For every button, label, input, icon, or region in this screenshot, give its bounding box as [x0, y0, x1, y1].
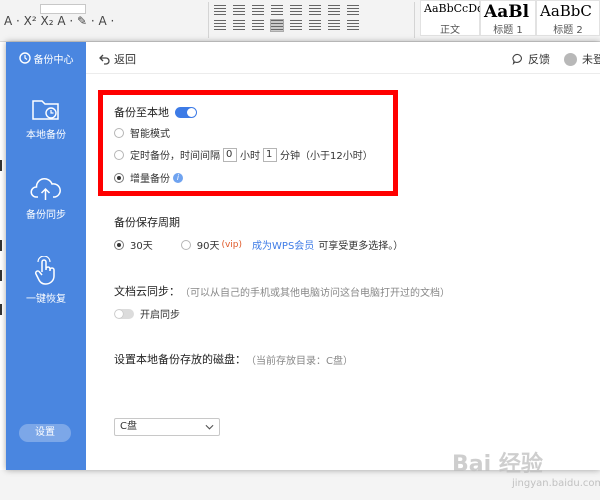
style-normal-sample: AaBbCcDd — [424, 2, 485, 15]
minutes-input[interactable]: 1 — [263, 147, 277, 162]
member-suffix: 可享受更多选择。） — [318, 241, 404, 252]
incremental-backup-radio[interactable] — [114, 172, 124, 183]
cloud-sync-header: 文档云同步： （可以从自己的手机或其他电脑访问这台电脑打开过的文档） — [114, 283, 450, 299]
local-backup-toggle[interactable] — [175, 106, 197, 118]
sidebar-item-label: 备份同步 — [26, 210, 66, 221]
sidebar-title: 备份中心 — [33, 54, 74, 66]
option-incremental-backup[interactable]: 增量备份 i — [114, 170, 183, 185]
local-backup-title: 备份至本地 — [114, 106, 169, 119]
backup-center-logo-icon — [18, 52, 31, 64]
style-heading-1-name: 标题 1 — [493, 25, 523, 36]
watermark-url: jingyan.baidu.com — [512, 478, 600, 489]
cloud-upload-icon — [30, 178, 61, 200]
ribbon-paragraph-row-1[interactable] — [214, 3, 366, 17]
disk-title: 设置本地备份存放的磁盘： — [114, 353, 246, 366]
cloud-sync-hint: （可以从自己的手机或其他电脑访问这台电脑打开过的文档） — [180, 287, 450, 299]
disk-header: 设置本地备份存放的磁盘： （当前存放目录：C盘） — [114, 351, 353, 367]
cloud-sync-toggle-row[interactable]: 开启同步 — [114, 306, 180, 321]
incremental-backup-label: 增量备份 — [130, 174, 170, 185]
option-timed-backup[interactable]: 定时备份，时间间隔 0 小时 1 分钟（小于12小时） — [114, 147, 373, 162]
chat-bubble-icon — [512, 53, 522, 65]
sidebar-item-backup-sync[interactable]: 备份同步 — [6, 176, 86, 221]
style-normal[interactable]: AaBbCcDd 正文 — [420, 0, 484, 36]
host-ribbon: A · X² X₂ A · ✎ · A · AaBbCcDd 正文 AaBl 标… — [0, 0, 600, 42]
back-label: 返回 — [114, 53, 136, 66]
style-normal-name: 正文 — [440, 25, 460, 36]
feedback-label: 反馈 — [528, 53, 550, 66]
style-heading-2[interactable]: AaBbC 标题 2 — [536, 0, 600, 36]
sidebar-header: 备份中心 — [6, 42, 86, 74]
dialog-topbar: 返回 反馈 未登 — [86, 42, 600, 74]
minutes-unit-label: 分钟（小于12小时） — [280, 151, 373, 162]
retention-90-radio[interactable] — [180, 239, 191, 250]
back-button[interactable]: 返回 — [98, 51, 136, 67]
user-name: 未登 — [582, 53, 600, 66]
disk-select[interactable]: C盘 — [114, 418, 220, 436]
cloud-sync-toggle-label: 开启同步 — [140, 310, 180, 321]
retention-title: 备份保存周期 — [114, 216, 180, 229]
ribbon-format-row[interactable]: A · X² X₂ A · ✎ · A · — [4, 14, 114, 28]
settings-button[interactable]: 设置 — [19, 424, 71, 442]
become-member-link[interactable]: 成为WPS会员 — [252, 237, 314, 252]
backup-center-dialog: 备份中心 本地备份 备份同步 一键恢复 设置 返回 反馈 未登 备份至本地 智能… — [6, 42, 600, 470]
sidebar-item-one-click-restore[interactable]: 一键恢复 — [6, 256, 86, 305]
local-backup-header: 备份至本地 — [114, 104, 197, 120]
hand-tap-icon — [35, 256, 55, 285]
retention-30-radio[interactable] — [114, 239, 124, 250]
user-account[interactable]: 未登 — [564, 51, 600, 67]
style-gallery[interactable]: AaBbCcDd 正文 AaBl 标题 1 AaBbC 标题 2 — [420, 0, 600, 36]
folder-clock-icon — [32, 100, 59, 120]
smart-mode-radio[interactable] — [114, 127, 124, 138]
timed-backup-label: 定时备份，时间间隔 — [130, 151, 220, 162]
disk-select-value: C盘 — [120, 421, 137, 432]
ribbon-paragraph-row-2[interactable] — [214, 18, 366, 32]
style-heading-1[interactable]: AaBl 标题 1 — [480, 0, 536, 36]
watermark: Bai 经验 — [452, 452, 543, 477]
avatar — [564, 52, 577, 66]
back-arrow-icon — [99, 54, 110, 65]
ribbon-font-row — [40, 1, 89, 15]
style-heading-2-sample: AaBbC — [540, 2, 592, 20]
hours-input[interactable]: 0 — [223, 147, 237, 162]
timed-backup-radio[interactable] — [114, 149, 124, 160]
sidebar-item-local-backup[interactable]: 本地备份 — [6, 96, 86, 141]
retention-30-label: 30天 — [130, 241, 153, 252]
vip-tag: (vip) — [221, 239, 243, 250]
option-smart-mode[interactable]: 智能模式 — [114, 125, 170, 140]
sidebar-item-label: 本地备份 — [26, 130, 66, 141]
chevron-down-icon — [205, 424, 214, 430]
style-heading-1-sample: AaBl — [484, 2, 530, 22]
disk-hint: （当前存放目录：C盘） — [246, 355, 353, 367]
feedback-button[interactable]: 反馈 — [512, 51, 550, 67]
style-heading-2-name: 标题 2 — [553, 25, 583, 36]
retention-90-label: 90天 — [196, 241, 220, 252]
cloud-sync-toggle[interactable] — [114, 308, 134, 319]
sidebar-item-label: 一键恢复 — [26, 294, 66, 305]
sidebar: 备份中心 本地备份 备份同步 一键恢复 设置 — [6, 42, 86, 470]
hours-unit-label: 小时 — [240, 151, 260, 162]
retention-options: 30天 90天 (vip) 成为WPS会员 可享受更多选择。） — [114, 237, 403, 252]
smart-mode-label: 智能模式 — [130, 129, 170, 140]
local-backup-panel: 备份至本地 智能模式 定时备份，时间间隔 0 小时 1 分钟（小于12小时） 增… — [86, 74, 600, 470]
cloud-sync-title: 文档云同步： — [114, 285, 180, 298]
retention-header: 备份保存周期 — [114, 214, 180, 230]
info-icon[interactable]: i — [173, 172, 183, 183]
